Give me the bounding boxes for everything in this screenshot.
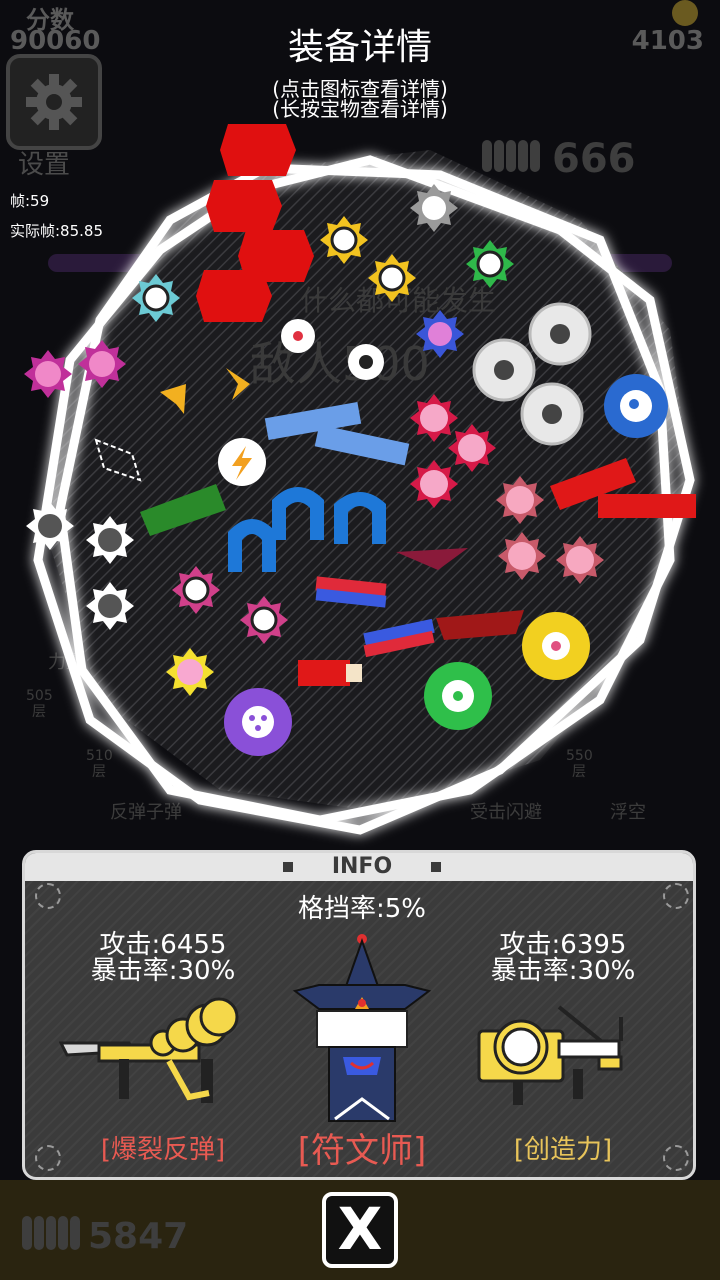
right-weapon-attack: 攻击:6395: [499, 930, 627, 960]
crimson-gear-icon: [410, 460, 458, 508]
white-gear-icon: [86, 582, 134, 630]
info-panel: INFO 格挡率:5% 攻击:6455 暴击率:30% 攻击:6395 暴击率:…: [22, 850, 696, 1180]
blue-orb-icon: [604, 374, 668, 438]
green-disc-icon: [424, 662, 492, 730]
yellow-gear-icon: [368, 254, 416, 302]
treasure-display: 敌人500 什么都可能发生: [24, 124, 696, 835]
hint-long-press: (长按宝物查看详情): [272, 97, 448, 121]
block-rate: 格挡率:5%: [297, 894, 426, 924]
close-button[interactable]: X: [322, 1192, 398, 1268]
purple-disc-icon: [224, 688, 292, 756]
pink-gear-icon: [78, 340, 126, 388]
left-weapon-crit: 暴击率:30%: [90, 956, 236, 986]
pink-gear-icon: [240, 596, 288, 644]
teal-gear-icon: [132, 274, 180, 322]
rose-gear-icon: [556, 536, 604, 584]
white-gear-icon: [86, 516, 134, 564]
green-gear-icon: [466, 240, 514, 288]
blue-gear-icon: [416, 310, 464, 358]
pink-gear-icon: [24, 350, 72, 398]
crimson-gear-icon: [410, 394, 458, 442]
rose-gear-icon: [496, 476, 544, 524]
ammo-icon: [22, 1216, 80, 1250]
yellow-flower-icon: [166, 648, 214, 696]
info-title: INFO: [331, 854, 393, 879]
enemy-count-text: 敌人500: [250, 337, 430, 391]
rune-master-character-icon[interactable]: [289, 931, 435, 1127]
page-title: 装备详情: [287, 27, 432, 68]
yellow-gear-icon: [320, 216, 368, 264]
lightning-icon: [218, 438, 266, 486]
creativity-gun-icon[interactable]: [471, 997, 655, 1117]
yellow-disc-icon: [522, 612, 590, 680]
close-icon: X: [337, 1195, 383, 1263]
burst-rebound-gun-icon[interactable]: [59, 997, 243, 1117]
left-weapon-attack: 攻击:6455: [99, 930, 227, 960]
white-gear-icon: [26, 502, 74, 550]
pink-gear-icon: [172, 566, 220, 614]
rose-gear-icon: [498, 532, 546, 580]
right-weapon-name[interactable]: [创造力]: [453, 1129, 673, 1166]
right-weapon-crit: 暴击率:30%: [490, 956, 636, 986]
crimson-gear-icon: [448, 424, 496, 472]
gray-gear-icon: [410, 184, 458, 232]
ammo-count-bottom: 5847: [88, 1216, 189, 1257]
